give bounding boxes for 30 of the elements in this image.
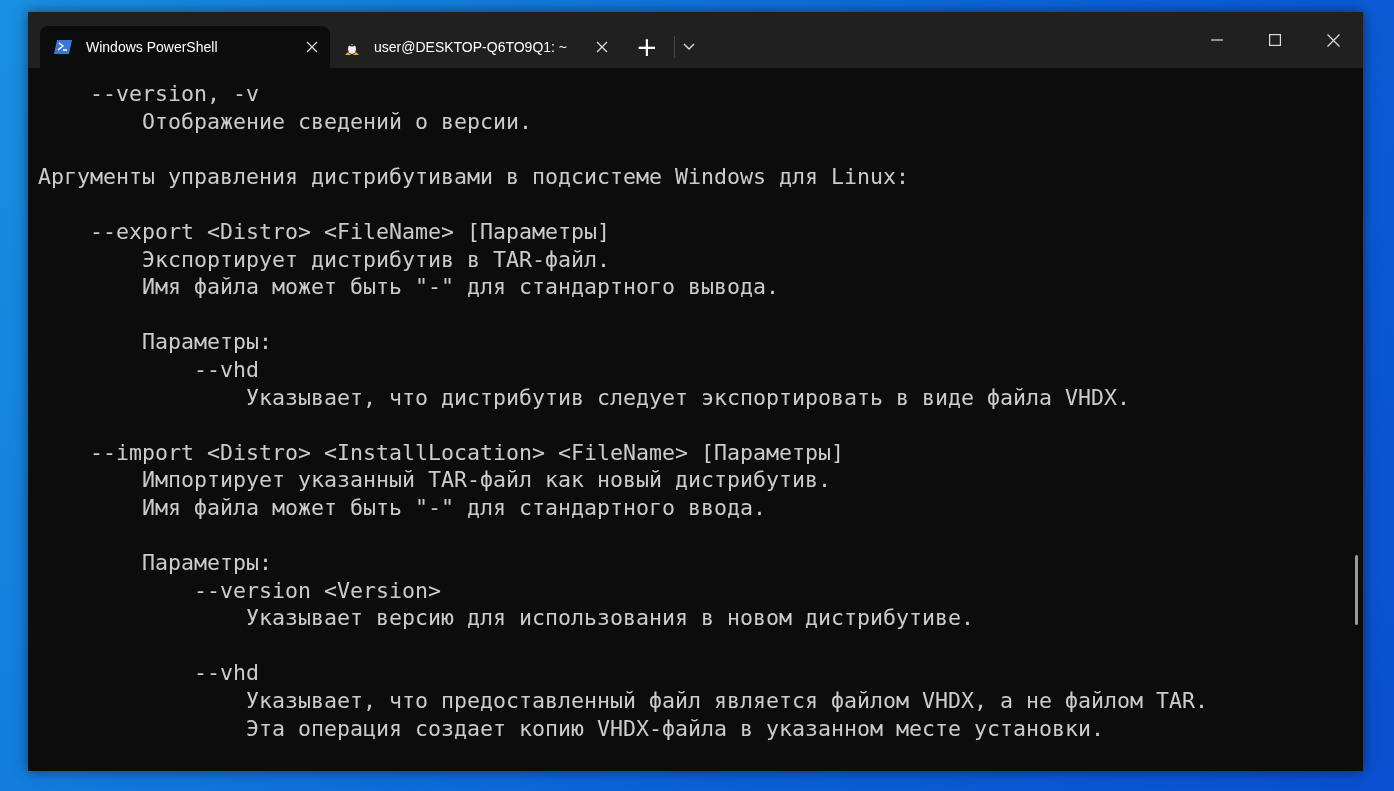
output-line: --vhd bbox=[193, 659, 259, 688]
output-line: --version <Version> bbox=[193, 576, 442, 605]
tab[interactable]: user@DESKTOP-Q6TO9Q1: ~ bbox=[330, 26, 620, 68]
output-line: Указывает, что дистрибутив следует экспортировать в виде файла VHDX. bbox=[245, 383, 1131, 412]
output-line: Импортирует указанный TAR-файл как новый дистрибутив. bbox=[141, 466, 832, 494]
close-icon[interactable] bbox=[306, 41, 318, 53]
output-line: --version, -v bbox=[89, 80, 259, 108]
caret-icon[interactable] bbox=[682, 43, 695, 51]
output-line: Указывает, что предоставленный файл является файлом VHDX, а не файлом TAR. bbox=[245, 687, 1209, 715]
output-line: Имя файла может быть "-" для стандартного вывода. bbox=[141, 273, 780, 301]
tab-title: user@DESKTOP-Q6TO9Q1: ~ bbox=[374, 39, 569, 55]
output-line: --export <Distro> <FileName> [Параметры] bbox=[89, 217, 611, 246]
output-line: Параметры: bbox=[141, 328, 272, 356]
new-tab-button[interactable]: + bbox=[628, 34, 666, 60]
output-line: --vhd bbox=[193, 355, 259, 384]
output-line: Отображение сведений о версии. bbox=[141, 107, 533, 136]
output-line: Указывает версию для использования в новом дистрибутиве. bbox=[245, 604, 975, 632]
powershell-icon bbox=[54, 40, 72, 54]
output-line: Экспортирует дистрибутив в TAR-файл. bbox=[141, 245, 611, 274]
scrollbar-thumb[interactable] bbox=[1355, 555, 1358, 625]
output-line: Эта операция создает копию VHDX-файла в указанном месте установки. bbox=[245, 714, 1105, 743]
tab-title: Windows PowerShell bbox=[86, 39, 219, 55]
output-line: Аргументы управления дистрибутивами в подсистеме Windows для Linux: bbox=[38, 162, 910, 191]
output-line: Параметры: bbox=[141, 549, 272, 577]
close-icon[interactable] bbox=[1327, 33, 1340, 47]
close-icon[interactable] bbox=[596, 41, 608, 53]
output-line: Имя файла может быть "-" для стандартного ввода. bbox=[141, 493, 767, 522]
maximize-icon[interactable] bbox=[1269, 34, 1281, 46]
output-line: --import <Distro> <InstallLocation> <FileName> [Параметры] bbox=[89, 438, 845, 467]
tab[interactable]: Windows PowerShell bbox=[40, 26, 330, 68]
